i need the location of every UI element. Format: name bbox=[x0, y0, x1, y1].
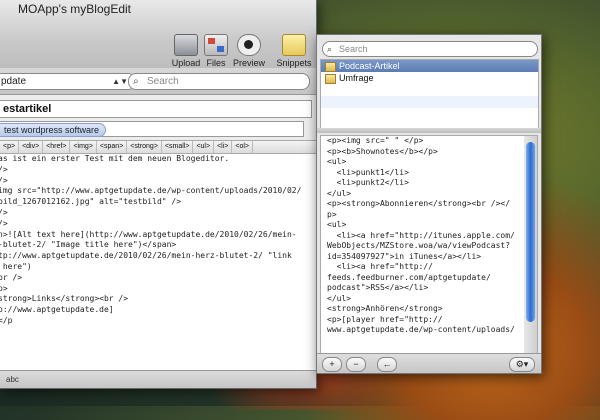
snippet-search-placeholder: Search bbox=[339, 44, 368, 54]
empty-row bbox=[321, 108, 538, 120]
html-tag-button[interactable]: <href> bbox=[43, 141, 71, 153]
html-tag-button[interactable]: <p> bbox=[0, 141, 20, 153]
code-line: <p><b>Shownotes</b></p> bbox=[327, 146, 438, 156]
html-tag-button[interactable]: <img> bbox=[70, 141, 97, 153]
post-title-field[interactable]: estartikel bbox=[0, 100, 312, 118]
code-line: WebObjects/MZStore.woa/wa/viewPodcast? bbox=[327, 241, 511, 250]
empty-row bbox=[321, 84, 538, 96]
secondary-toolbar: pdate ▲▼ ⌕ Search bbox=[0, 68, 316, 95]
panel-bottom-bar: + − ← ⚙▾ bbox=[317, 353, 541, 373]
editor-line: /> bbox=[0, 207, 8, 217]
code-line: <li><a href="http://itunes.apple.com/ bbox=[327, 230, 515, 240]
editor-line: </p bbox=[0, 315, 13, 325]
list-item[interactable]: Umfrage bbox=[321, 72, 538, 84]
titlebar: MOApp's myBlogEdit Upload Files Preview … bbox=[0, 0, 316, 69]
editor-line: n>![Alt text here](http://www.aptgetupda… bbox=[0, 229, 297, 239]
html-tag-toolbar: <p> <div> <href> <img> <span> <strong> <small>… bbox=[0, 140, 316, 154]
split-divider[interactable] bbox=[317, 128, 541, 133]
snippets-button[interactable]: Snippets bbox=[276, 34, 312, 68]
insert-snippet-button[interactable]: ← bbox=[377, 357, 397, 372]
blog-select[interactable]: pdate ▲▼ bbox=[0, 73, 132, 90]
editor-window: MOApp's myBlogEdit Upload Files Preview … bbox=[0, 0, 317, 389]
editor-line: /> bbox=[0, 175, 8, 185]
code-line: <p><img src=" " </p> bbox=[327, 136, 424, 145]
html-tag-button[interactable]: <ol> bbox=[232, 141, 253, 153]
files-button[interactable]: Files bbox=[198, 34, 234, 68]
code-line: </ul> bbox=[327, 293, 352, 303]
upload-icon bbox=[174, 34, 198, 56]
snippet-icon bbox=[325, 62, 336, 72]
snippet-label: Umfrage bbox=[339, 73, 374, 83]
snippet-search-input[interactable]: ⌕ Search bbox=[322, 41, 538, 57]
code-line: <li>punkt1</li> bbox=[327, 167, 409, 177]
files-label: Files bbox=[206, 58, 226, 68]
empty-row bbox=[321, 96, 538, 108]
editor-line: /> bbox=[0, 164, 8, 174]
search-icon: ⌕ bbox=[327, 44, 333, 54]
preview-button[interactable]: Preview bbox=[231, 34, 267, 68]
editor-line: here") bbox=[0, 261, 32, 271]
files-icon bbox=[204, 34, 228, 56]
scrollbar-thumb[interactable] bbox=[526, 142, 535, 322]
code-line: <p>[player href="http:// bbox=[327, 314, 443, 324]
code-line: id=354097927">in iTunes</a></li> bbox=[327, 251, 482, 261]
eye-icon bbox=[237, 34, 261, 56]
window-title: MOApp's myBlogEdit bbox=[18, 2, 131, 16]
tag-token[interactable]: test wordpress software bbox=[0, 123, 107, 137]
html-tag-button[interactable]: <strong> bbox=[127, 141, 162, 153]
blog-select-value: pdate bbox=[1, 76, 27, 87]
code-line: <p><strong>Abonnieren</strong><br /></ bbox=[327, 199, 511, 208]
gear-menu-button[interactable]: ⚙▾ bbox=[509, 357, 535, 372]
code-line: <li>punkt2</li> bbox=[327, 178, 409, 187]
code-line: podcast">RSS</a></li> bbox=[327, 283, 429, 292]
post-editor[interactable]: as ist ein erster Test mit dem neuen Blo… bbox=[0, 154, 316, 370]
editor-line: p://www.aptgetupdate.de] bbox=[0, 305, 114, 315]
spellcheck-indicator[interactable]: abc bbox=[6, 371, 19, 388]
snippet-list: Podcast-Artikel Umfrage bbox=[320, 59, 539, 129]
snippet-icon bbox=[325, 74, 336, 84]
add-snippet-button[interactable]: + bbox=[322, 357, 342, 372]
status-bar: abc bbox=[0, 370, 316, 388]
snippets-label: Snippets bbox=[276, 58, 312, 68]
code-line: <li><a href="http:// bbox=[327, 262, 433, 271]
html-tag-button[interactable]: <span> bbox=[97, 141, 128, 153]
html-tag-button[interactable]: <div> bbox=[19, 141, 44, 153]
snippet-label: Podcast-Artikel bbox=[339, 61, 400, 71]
snippets-icon bbox=[282, 34, 306, 56]
editor-line: img src="http://www.aptgetupdate.de/wp-c… bbox=[0, 186, 302, 196]
preview-label: Preview bbox=[232, 58, 265, 68]
editor-line: tp://www.aptgetupdate.de/2010/02/26/mein… bbox=[0, 251, 292, 261]
editor-line: bild_1267012162.jpg" alt="testbild" /> bbox=[0, 197, 182, 207]
code-line: </ul> bbox=[327, 188, 352, 198]
html-tag-button[interactable]: <small> bbox=[162, 141, 194, 153]
search-placeholder: Search bbox=[147, 76, 179, 87]
tags-field[interactable]: test wordpress software bbox=[0, 121, 304, 137]
editor-line: -blutet-2/ "Image title here")</span> bbox=[0, 240, 177, 250]
code-line: p> bbox=[327, 209, 337, 219]
list-item[interactable]: Podcast-Artikel bbox=[321, 60, 538, 72]
select-arrows-icon: ▲▼ bbox=[112, 77, 128, 86]
code-line: <strong>Anhören</strong> bbox=[327, 304, 443, 313]
editor-line: strong>Links</strong><br /> bbox=[0, 294, 129, 304]
search-icon: ⌕ bbox=[133, 76, 139, 87]
editor-line: p> bbox=[0, 283, 8, 293]
snippet-code-view[interactable]: <p><img src=" " </p> <p><b>Shownotes</b><… bbox=[320, 135, 526, 355]
remove-snippet-button[interactable]: − bbox=[346, 357, 366, 372]
scrollbar[interactable] bbox=[524, 135, 538, 355]
html-tag-button[interactable]: <ul> bbox=[193, 141, 215, 153]
editor-line: /> bbox=[0, 218, 8, 228]
snippets-panel: ⌕ Search Podcast-Artikel Umfrage <p><img… bbox=[316, 34, 542, 374]
code-line: <ul> bbox=[327, 220, 347, 229]
editor-line: as ist ein erster Test mit dem neuen Blo… bbox=[0, 154, 230, 163]
code-line: feeds.feedburner.com/aptgetupdate/ bbox=[327, 272, 491, 282]
editor-line: br /> bbox=[0, 272, 23, 282]
code-line: www.aptgetupdate.de/wp-content/uploads/ bbox=[327, 325, 515, 334]
search-input[interactable]: ⌕ Search bbox=[128, 73, 310, 90]
code-line: <ul> bbox=[327, 157, 347, 166]
html-tag-button[interactable]: <li> bbox=[214, 141, 233, 153]
